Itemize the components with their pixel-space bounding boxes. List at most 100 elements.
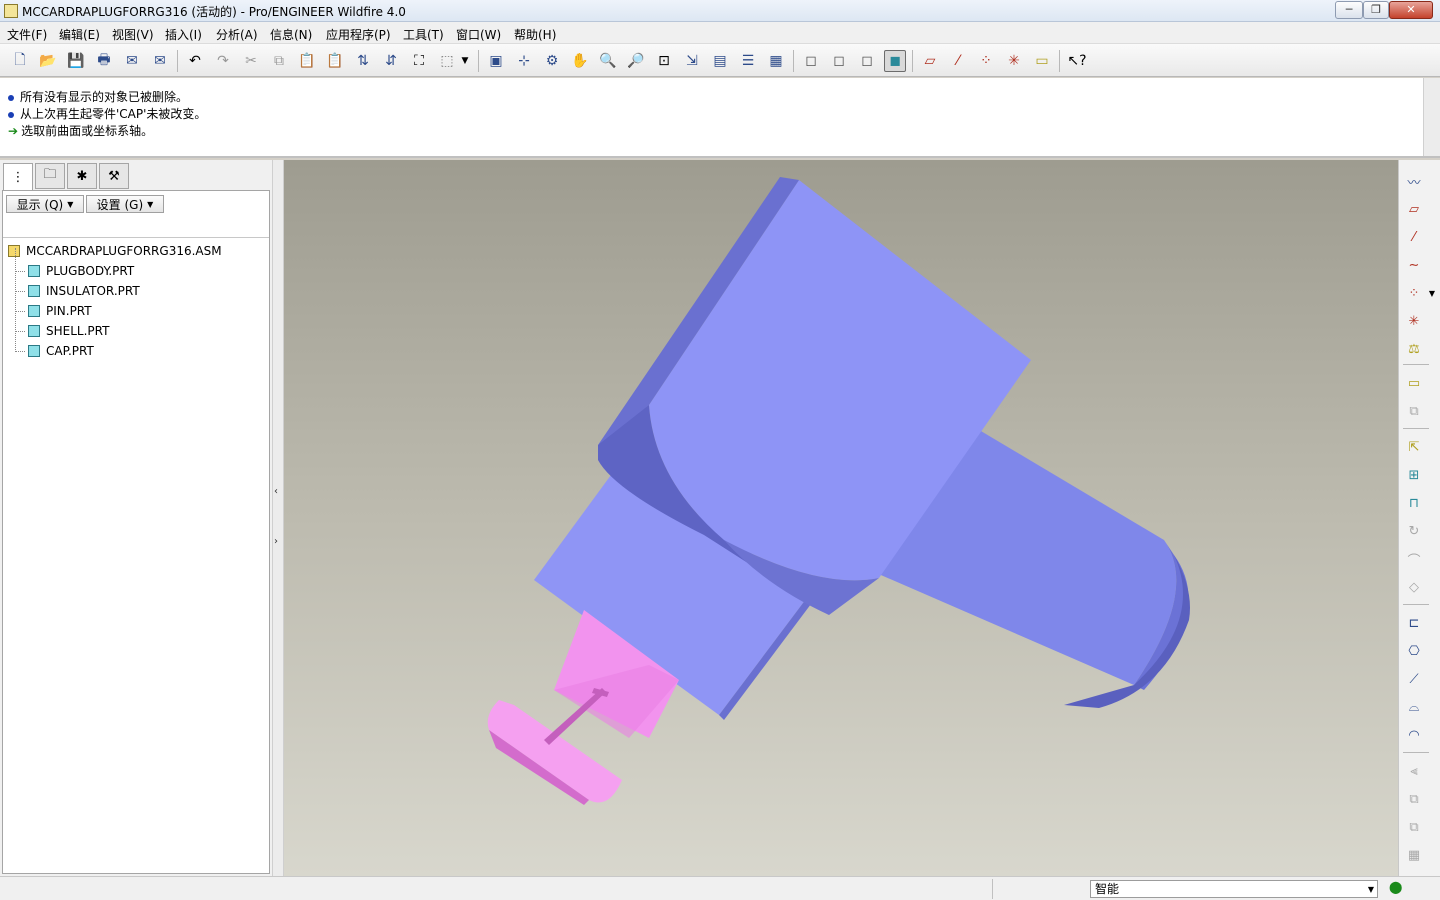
menu-edit[interactable]: 编辑(E) [59, 26, 100, 43]
collapse-arrow-icon[interactable]: ‹ [274, 486, 278, 497]
menu-analysis[interactable]: 分析(A) [216, 26, 258, 43]
message-scrollbar[interactable] [1423, 78, 1440, 156]
menu-help[interactable]: 帮助(H) [514, 26, 556, 43]
email-icon[interactable]: ✉ [121, 50, 143, 72]
regenerate-icon[interactable]: ⇅ [352, 50, 374, 72]
shell-icon[interactable]: ⎔ [1403, 640, 1425, 662]
paste-special-icon[interactable]: 📋 [324, 50, 346, 72]
round-icon[interactable]: ◠ [1403, 724, 1425, 746]
email-link-icon[interactable]: ✉ [149, 50, 171, 72]
extrude-icon[interactable]: ⊓ [1403, 492, 1425, 514]
tab-folder-browser[interactable]: 🗀 [35, 163, 65, 189]
redo-icon[interactable]: ↷ [212, 50, 234, 72]
tree-item-shell[interactable]: SHELL.PRT [28, 324, 109, 338]
model-viewport[interactable] [284, 160, 1398, 876]
menu-window[interactable]: 窗口(W) [456, 26, 501, 43]
graphics-window[interactable] [284, 160, 1398, 876]
hidden-line-icon[interactable]: ◻ [828, 50, 850, 72]
annotation-feature-icon[interactable]: ▭ [1403, 372, 1425, 394]
tree-item-cap[interactable]: CAP.PRT [28, 344, 94, 358]
tab-favorites[interactable]: ✱ [67, 163, 97, 189]
expand-arrow-icon[interactable]: › [274, 536, 278, 547]
draft-icon[interactable]: ⌓ [1403, 696, 1425, 718]
panel-splitter[interactable]: ‹ › [272, 160, 284, 876]
coord-sys-icon[interactable]: ✳ [1003, 50, 1025, 72]
blend-icon[interactable]: ◇ [1403, 576, 1425, 598]
tree-connector [15, 291, 25, 292]
coord-system-tool-icon[interactable]: ✳ [1403, 310, 1425, 332]
context-help-icon[interactable]: ↖? [1066, 50, 1088, 72]
saved-views-icon[interactable]: ▤ [709, 50, 731, 72]
tree-item-plugbody[interactable]: PLUGBODY.PRT [28, 264, 134, 278]
sweep-icon[interactable]: ⌒ [1403, 548, 1425, 570]
pan-icon[interactable]: ✋ [569, 50, 591, 72]
datum-axes-icon[interactable]: ⁄ [947, 50, 969, 72]
selection-filter[interactable]: 智能 ▼ [1090, 880, 1378, 898]
rib-icon[interactable]: ⟋ [1403, 668, 1425, 690]
spin-center-icon[interactable]: ⊹ [513, 50, 535, 72]
menu-applications[interactable]: 应用程序(P) [326, 26, 391, 43]
assemble-icon[interactable]: ⇱ [1403, 436, 1425, 458]
datum-plane-tool-icon[interactable]: ▱ [1403, 198, 1425, 220]
datum-axis-tool-icon[interactable]: ⁄ [1403, 226, 1425, 248]
close-button[interactable]: ✕ [1389, 1, 1433, 19]
menu-tools[interactable]: 工具(T) [403, 26, 444, 43]
zoom-out-icon[interactable]: 🔎 [625, 50, 647, 72]
menu-insert[interactable]: 插入(I) [165, 26, 202, 43]
datum-point-tool-icon[interactable]: ⁘ [1403, 282, 1425, 304]
view-manager-icon[interactable]: ▦ [765, 50, 787, 72]
tab-model-tree[interactable]: ⋮ [3, 163, 33, 191]
repaint-icon[interactable]: ▣ [485, 50, 507, 72]
tab-connections[interactable]: ⚒ [99, 163, 129, 189]
pattern-icon[interactable]: ▦ [1403, 844, 1425, 866]
find-icon[interactable]: ⛶ [408, 50, 430, 72]
open-file-icon[interactable]: 📂 [37, 50, 59, 72]
datum-curve-tool-icon[interactable]: ∼ [1403, 254, 1425, 276]
tree-root[interactable]: MCCARDRAPLUGFORRG316.ASM [8, 244, 222, 258]
analysis-feature-icon[interactable]: ⚖ [1403, 338, 1425, 360]
shading-icon[interactable]: ◼ [884, 50, 906, 72]
tree-item-insulator[interactable]: INSULATOR.PRT [28, 284, 140, 298]
reorient-icon[interactable]: ⇲ [681, 50, 703, 72]
mirror-icon[interactable]: ⫷ [1403, 760, 1425, 782]
flexible-icon[interactable]: ⧉ [1403, 400, 1425, 422]
settings-button[interactable]: 设置 (G) ▼ [86, 195, 164, 213]
create-component-icon[interactable]: ⊞ [1403, 464, 1425, 486]
select-box-icon[interactable]: ⬚ [436, 50, 458, 72]
menu-info[interactable]: 信息(N) [270, 26, 312, 43]
chevron-down-icon[interactable]: ▼ [1427, 282, 1437, 304]
revolve-icon[interactable]: ↻ [1403, 520, 1425, 542]
wireframe-icon[interactable]: ◻ [800, 50, 822, 72]
part-icon [28, 345, 40, 357]
maximize-button[interactable]: ❐ [1363, 1, 1389, 19]
dropdown-icon[interactable]: ▼ [458, 50, 472, 72]
orient-mode-icon[interactable]: ⚙ [541, 50, 563, 72]
zoom-in-icon[interactable]: 🔍 [597, 50, 619, 72]
datum-planes-icon[interactable]: ▱ [919, 50, 941, 72]
merge-icon[interactable]: ⧉ [1403, 788, 1425, 810]
layers-icon[interactable]: ☰ [737, 50, 759, 72]
paste-icon[interactable]: 📋 [296, 50, 318, 72]
toolbar-separator [1403, 752, 1429, 753]
print-icon[interactable]: 🖶 [93, 50, 115, 72]
minimize-button[interactable]: ─ [1335, 1, 1363, 19]
datum-points-icon[interactable]: ⁘ [975, 50, 997, 72]
tree-item-pin[interactable]: PIN.PRT [28, 304, 92, 318]
show-button[interactable]: 显示 (Q) ▼ [6, 195, 84, 213]
no-hidden-icon[interactable]: ◻ [856, 50, 878, 72]
save-icon[interactable]: 💾 [65, 50, 87, 72]
menu-view[interactable]: 视图(V) [112, 26, 154, 43]
undo-icon[interactable]: ↶ [184, 50, 206, 72]
new-file-icon[interactable]: 🗋 [9, 50, 31, 72]
regen-manager-icon[interactable]: ⇵ [380, 50, 402, 72]
tree-connector [15, 351, 25, 352]
menu-file[interactable]: 文件(F) [7, 26, 47, 43]
copy-icon[interactable]: ⧉ [268, 50, 290, 72]
trim-icon[interactable]: ⧉ [1403, 816, 1425, 838]
chevron-down-icon: ▼ [147, 199, 154, 209]
annotations-icon[interactable]: ▭ [1031, 50, 1053, 72]
sketch-icon[interactable]: 〰 [1403, 170, 1425, 192]
hole-icon[interactable]: ⊏ [1403, 612, 1425, 634]
cut-icon[interactable]: ✂ [240, 50, 262, 72]
refit-icon[interactable]: ⊡ [653, 50, 675, 72]
